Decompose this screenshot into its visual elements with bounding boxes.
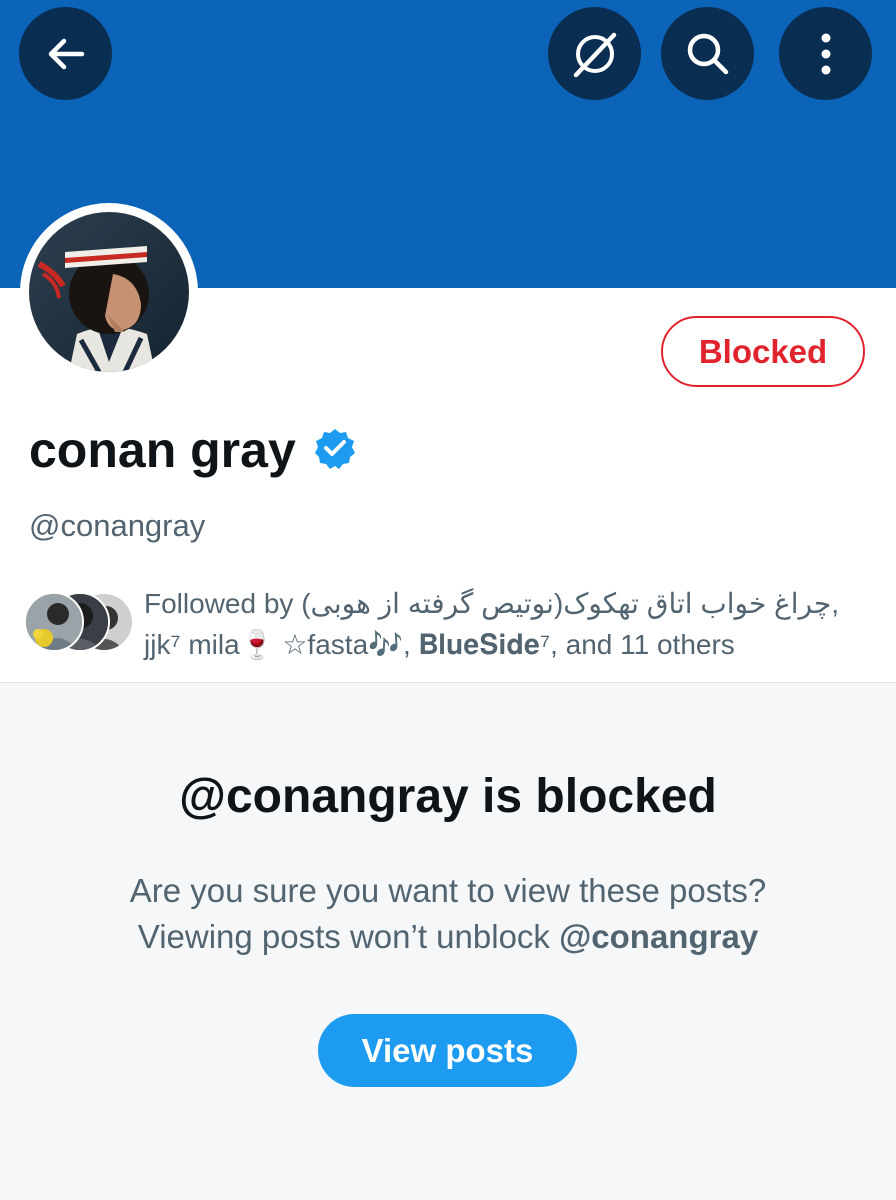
follower-avatar xyxy=(24,592,84,652)
followed-by-names-line1: (نوتیص گرفته از هوبی)چراغ خواب اتاق تهکو… xyxy=(301,588,840,619)
followed-by-prefix: Followed by xyxy=(144,588,302,619)
blocked-notice-line2: Viewing posts won’t unblock @conangray xyxy=(0,914,896,960)
view-posts-button[interactable]: View posts xyxy=(318,1014,577,1087)
profile-handle: @conangray xyxy=(29,508,206,543)
blocked-notice-line2-prefix: Viewing posts won’t unblock xyxy=(137,918,560,955)
followed-by-text[interactable]: Followed by (نوتیص گرفته از هوبی)چراغ خو… xyxy=(144,583,874,665)
search-button[interactable] xyxy=(661,7,754,100)
avatar[interactable] xyxy=(20,203,198,381)
grok-button[interactable] xyxy=(548,7,641,100)
blocked-notice-handle: @conangray xyxy=(559,918,759,955)
blocked-button[interactable]: Blocked xyxy=(661,316,865,387)
arrow-left-icon xyxy=(48,38,84,69)
grok-icon xyxy=(573,32,616,77)
blocked-notice-description: Are you sure you want to view these post… xyxy=(0,868,896,960)
more-vertical-icon xyxy=(821,33,830,74)
search-icon xyxy=(687,33,728,74)
verified-badge-icon xyxy=(315,429,355,469)
avatar-image xyxy=(29,212,189,372)
back-button[interactable] xyxy=(19,7,112,100)
blocked-notice-title: @conangray is blocked xyxy=(179,770,717,823)
followed-by-names-line2: jjk⁷ mila🍷 ☆fasta🎶, 𝐁𝐥𝐮𝐞𝐒𝐢𝐝𝐞⁷, and 11 ot… xyxy=(144,629,735,660)
blocked-notice-line1: Are you sure you want to view these post… xyxy=(129,872,767,909)
more-button[interactable] xyxy=(779,7,872,100)
followers-you-know-avatars[interactable] xyxy=(24,592,136,652)
display-name: conan gray xyxy=(29,422,296,478)
